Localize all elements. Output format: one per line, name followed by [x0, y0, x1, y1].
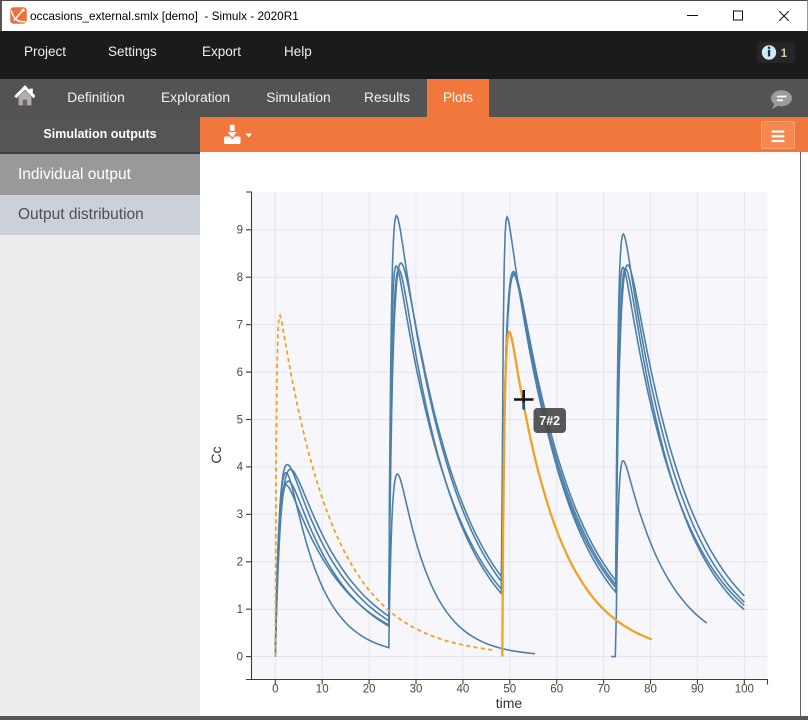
svg-text:1: 1: [237, 604, 243, 616]
svg-text:1: 1: [781, 48, 788, 60]
svg-text:4: 4: [237, 462, 244, 474]
svg-text:time: time: [496, 695, 523, 711]
svg-text:9: 9: [237, 225, 243, 237]
svg-text:60: 60: [550, 684, 563, 696]
svg-text:5: 5: [237, 414, 243, 426]
svg-text:90: 90: [691, 684, 704, 696]
svg-text:70: 70: [597, 684, 610, 696]
svg-text:8: 8: [237, 272, 243, 284]
svg-text:7#2: 7#2: [539, 414, 560, 428]
svg-text:40: 40: [457, 684, 470, 696]
svg-text:3: 3: [237, 509, 243, 521]
svg-text:2: 2: [237, 557, 243, 569]
svg-text:20: 20: [363, 684, 376, 696]
svg-text:7: 7: [237, 320, 243, 332]
svg-text:0: 0: [272, 684, 278, 696]
svg-text:30: 30: [410, 684, 423, 696]
svg-text:6: 6: [237, 367, 243, 379]
svg-text:50: 50: [503, 684, 516, 696]
svg-text:10: 10: [316, 684, 329, 696]
svg-text:100: 100: [735, 684, 754, 696]
svg-text:Cc: Cc: [208, 446, 224, 463]
svg-text:80: 80: [644, 684, 657, 696]
svg-text:0: 0: [237, 651, 243, 663]
